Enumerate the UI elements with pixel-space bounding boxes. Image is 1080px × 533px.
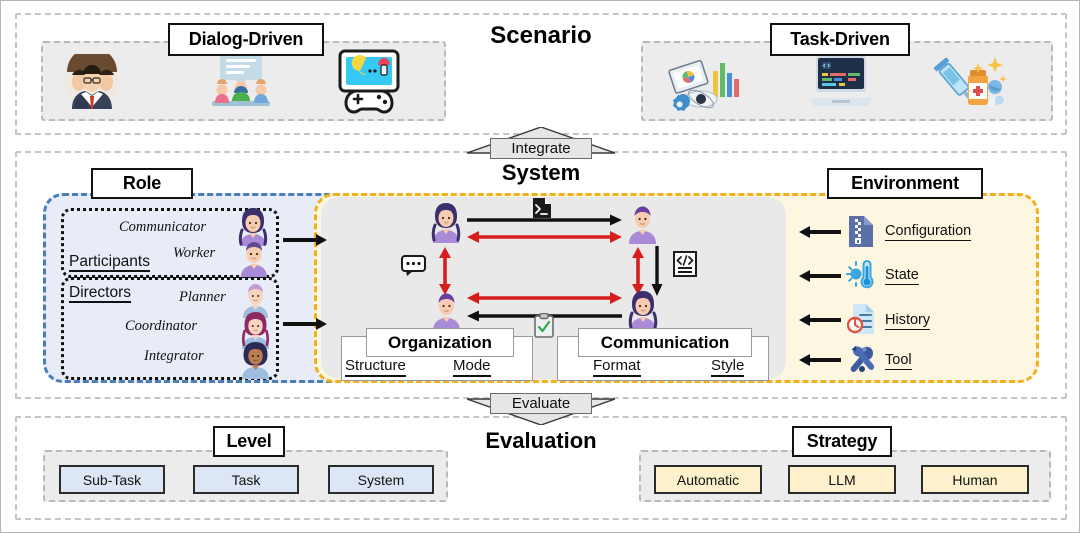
env-item-tool: Tool <box>885 352 912 370</box>
role-item-worker: Worker <box>173 245 216 261</box>
business-people-icon <box>53 54 131 110</box>
clock-document-icon <box>846 303 877 335</box>
agent-bottom-right <box>626 289 660 331</box>
core-arrow-right-red-vert <box>632 247 644 295</box>
figure-root: Scenario Dialog-Driven Task-Driven Integ… <box>0 0 1080 533</box>
role-item-integrator: Integrator <box>144 348 204 364</box>
evaluate-label: Evaluate <box>490 393 592 414</box>
env-arrow-state <box>799 270 841 282</box>
integrate-label: Integrate <box>490 138 592 159</box>
role-item-coordinator: Coordinator <box>125 318 197 334</box>
participants-heading: Participants <box>69 253 150 273</box>
communication-word-style: Style <box>711 357 745 377</box>
wrench-tools-icon <box>846 343 878 375</box>
terminal-script-icon <box>531 197 553 219</box>
level-item-task[interactable]: Task <box>193 465 299 494</box>
environment-label: Environment <box>827 168 983 199</box>
env-arrow-tool <box>799 354 841 366</box>
zip-file-icon <box>847 215 874 248</box>
env-item-history: History <box>885 312 931 330</box>
medical-syringe-icon <box>933 53 1007 113</box>
role-to-core-arrow-top <box>283 234 327 246</box>
level-item-system[interactable]: System <box>328 465 434 494</box>
task-driven-label: Task-Driven <box>770 23 910 56</box>
speech-bubble-icon <box>401 255 426 277</box>
agent-top-left <box>429 201 463 243</box>
organization-title: Organization <box>366 328 514 357</box>
role-item-communicator: Communicator <box>119 219 206 235</box>
code-laptop-icon <box>806 54 876 110</box>
data-analysis-icon <box>668 57 742 113</box>
scenario-title: Scenario <box>490 22 592 49</box>
agent-top-right <box>626 204 659 244</box>
avatar-male-blue <box>238 239 270 277</box>
code-document-icon <box>673 251 697 277</box>
organization-word-structure: Structure <box>345 357 406 377</box>
communication-word-format: Format <box>593 357 641 377</box>
env-item-configuration: Configuration <box>885 223 972 241</box>
strategy-item-human[interactable]: Human <box>921 465 1029 494</box>
organization-word-mode: Mode <box>453 357 491 377</box>
env-arrow-history <box>799 314 841 326</box>
level-label: Level <box>213 426 285 457</box>
env-item-state: State <box>885 267 919 285</box>
thermometer-sun-icon <box>846 258 876 290</box>
strategy-item-llm[interactable]: LLM <box>788 465 896 494</box>
core-arrow-left-red-vert <box>439 247 451 295</box>
role-item-planner: Planner <box>179 289 226 305</box>
communication-title: Communication <box>578 328 752 357</box>
agent-bottom-left <box>430 291 463 331</box>
system-title: System <box>501 160 581 185</box>
core-arrow-top-red-bidir <box>467 231 622 243</box>
evaluation-title: Evaluation <box>485 428 597 453</box>
core-arrow-bottom-red-bidir <box>467 292 622 304</box>
level-item-sub-task[interactable]: Sub-Task <box>59 465 165 494</box>
clipboard-check-icon <box>534 312 554 338</box>
strategy-item-automatic[interactable]: Automatic <box>654 465 762 494</box>
strategy-label: Strategy <box>792 426 892 457</box>
avatar-female-dark <box>239 341 272 379</box>
chat-meeting-icon <box>206 51 276 113</box>
env-arrow-configuration <box>799 226 841 238</box>
game-console-icon <box>334 49 404 115</box>
role-to-core-arrow-bottom <box>283 318 327 330</box>
role-label: Role <box>91 168 193 199</box>
directors-heading: Directors <box>69 284 132 304</box>
dialog-driven-label: Dialog-Driven <box>168 23 324 56</box>
